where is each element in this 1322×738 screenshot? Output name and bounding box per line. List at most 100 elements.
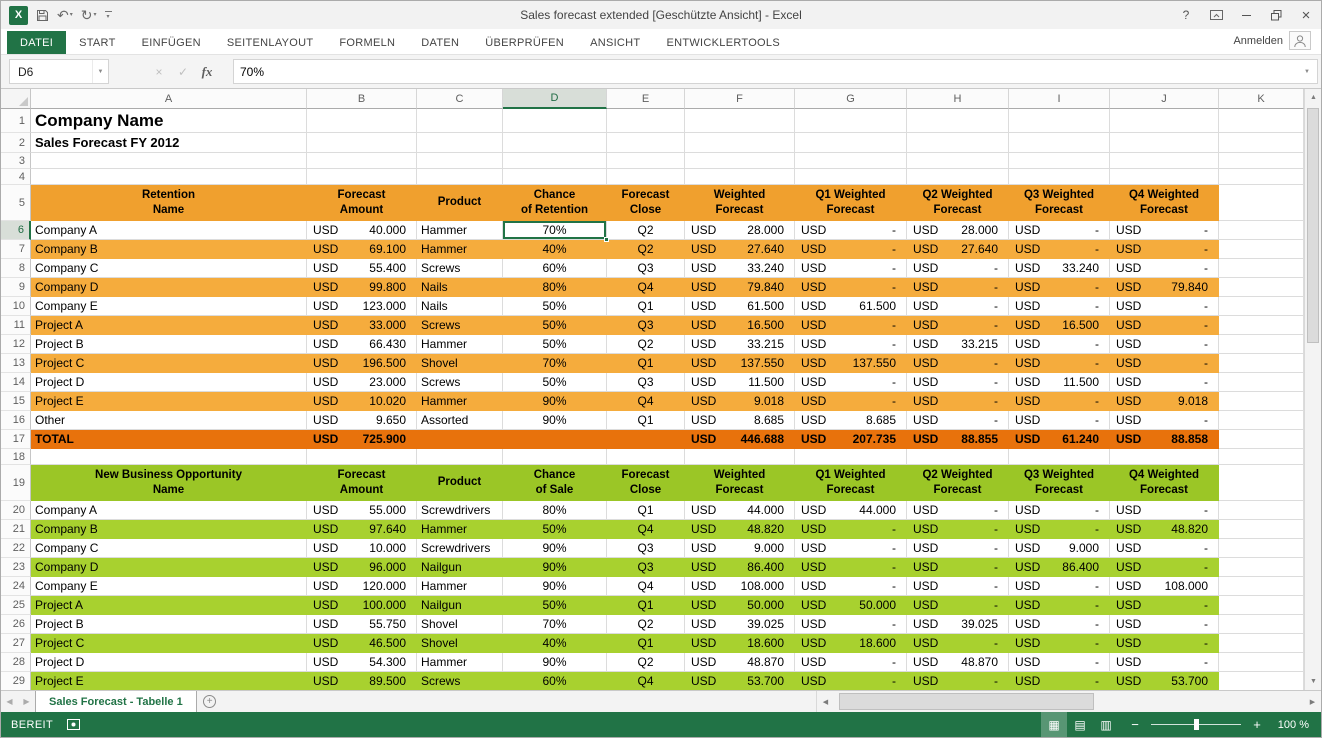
row-header-13[interactable]: 13 xyxy=(1,354,31,373)
cell-B17[interactable]: USD 725.900 xyxy=(307,430,417,449)
column-header-D[interactable]: D xyxy=(503,89,607,109)
cell-C13[interactable]: Shovel xyxy=(417,354,503,373)
cell-D17[interactable] xyxy=(503,430,607,449)
scroll-right-icon[interactable]: ▶ xyxy=(1304,691,1321,712)
cell-E18[interactable] xyxy=(607,449,685,465)
cell-F21[interactable]: USD 48.820 xyxy=(685,520,795,539)
cell-D20[interactable]: 80% xyxy=(503,501,607,520)
close-button[interactable]: × xyxy=(1291,1,1321,29)
cell-E21[interactable]: Q4 xyxy=(607,520,685,539)
cell-G14[interactable]: USD - xyxy=(795,373,907,392)
cell-G6[interactable]: USD - xyxy=(795,221,907,240)
cell-F22[interactable]: USD 9.000 xyxy=(685,539,795,558)
row-header-1[interactable]: 1 xyxy=(1,109,31,133)
cell-E14[interactable]: Q3 xyxy=(607,373,685,392)
cell-A3[interactable] xyxy=(31,153,307,169)
cell-K16[interactable] xyxy=(1219,411,1304,430)
cell-K5[interactable] xyxy=(1219,185,1304,221)
cell-I23[interactable]: USD 86.400 xyxy=(1009,558,1110,577)
cell-D8[interactable]: 60% xyxy=(503,259,607,278)
cell-H25[interactable]: USD - xyxy=(907,596,1009,615)
cell-K6[interactable] xyxy=(1219,221,1304,240)
cell-J12[interactable]: USD - xyxy=(1110,335,1219,354)
cell-B11[interactable]: USD 33.000 xyxy=(307,316,417,335)
sheet-nav-left-icon[interactable]: ◀ xyxy=(1,691,18,712)
cell-H19[interactable]: Q2 Weighted Forecast xyxy=(907,465,1009,501)
cell-D21[interactable]: 50% xyxy=(503,520,607,539)
cell-B18[interactable] xyxy=(307,449,417,465)
cell-H9[interactable]: USD - xyxy=(907,278,1009,297)
cell-F25[interactable]: USD 50.000 xyxy=(685,596,795,615)
cell-K10[interactable] xyxy=(1219,297,1304,316)
cell-H20[interactable]: USD - xyxy=(907,501,1009,520)
cell-G3[interactable] xyxy=(795,153,907,169)
cell-J13[interactable]: USD - xyxy=(1110,354,1219,373)
cell-B22[interactable]: USD 10.000 xyxy=(307,539,417,558)
zoom-slider-thumb[interactable] xyxy=(1194,719,1199,730)
cell-F19[interactable]: Weighted Forecast xyxy=(685,465,795,501)
cell-K14[interactable] xyxy=(1219,373,1304,392)
cell-H7[interactable]: USD 27.640 xyxy=(907,240,1009,259)
cell-E12[interactable]: Q2 xyxy=(607,335,685,354)
cell-K1[interactable] xyxy=(1219,109,1304,133)
cell-D14[interactable]: 50% xyxy=(503,373,607,392)
cell-C19[interactable]: Product xyxy=(417,465,503,501)
cell-H4[interactable] xyxy=(907,169,1009,185)
horizontal-scroll-thumb[interactable] xyxy=(839,693,1094,710)
cell-B2[interactable] xyxy=(307,133,417,153)
cell-G4[interactable] xyxy=(795,169,907,185)
ribbon-tab-entwicklertools[interactable]: ENTWICKLERTOOLS xyxy=(653,31,793,54)
cell-C23[interactable]: Nailgun xyxy=(417,558,503,577)
cell-J1[interactable] xyxy=(1110,109,1219,133)
cell-K29[interactable] xyxy=(1219,672,1304,690)
cell-C14[interactable]: Screws xyxy=(417,373,503,392)
cell-G28[interactable]: USD - xyxy=(795,653,907,672)
cell-A25[interactable]: Project A xyxy=(31,596,307,615)
cell-F17[interactable]: USD 446.688 xyxy=(685,430,795,449)
cell-J9[interactable]: USD 79.840 xyxy=(1110,278,1219,297)
column-header-E[interactable]: E xyxy=(607,89,685,109)
cell-H11[interactable]: USD - xyxy=(907,316,1009,335)
cell-G1[interactable] xyxy=(795,109,907,133)
cell-D18[interactable] xyxy=(503,449,607,465)
expand-formula-bar-icon[interactable]: ▼ xyxy=(1304,69,1317,75)
cell-D13[interactable]: 70% xyxy=(503,354,607,373)
cell-I16[interactable]: USD - xyxy=(1009,411,1110,430)
cell-A1[interactable]: Company Name xyxy=(31,109,307,133)
macro-record-icon[interactable] xyxy=(67,719,81,730)
cell-F12[interactable]: USD 33.215 xyxy=(685,335,795,354)
column-header-F[interactable]: F xyxy=(685,89,795,109)
cell-I26[interactable]: USD - xyxy=(1009,615,1110,634)
new-sheet-button[interactable]: + xyxy=(197,691,223,712)
cell-H23[interactable]: USD - xyxy=(907,558,1009,577)
cell-I28[interactable]: USD - xyxy=(1009,653,1110,672)
cell-G9[interactable]: USD - xyxy=(795,278,907,297)
cell-B9[interactable]: USD 99.800 xyxy=(307,278,417,297)
cell-C10[interactable]: Nails xyxy=(417,297,503,316)
cell-A9[interactable]: Company D xyxy=(31,278,307,297)
cell-A29[interactable]: Project E xyxy=(31,672,307,690)
cell-H10[interactable]: USD - xyxy=(907,297,1009,316)
page-layout-view-button[interactable]: ▤ xyxy=(1067,712,1093,737)
cell-K17[interactable] xyxy=(1219,430,1304,449)
cell-I8[interactable]: USD 33.240 xyxy=(1009,259,1110,278)
column-header-A[interactable]: A xyxy=(31,89,307,109)
row-header-7[interactable]: 7 xyxy=(1,240,31,259)
ribbon-tab-daten[interactable]: DATEN xyxy=(408,31,472,54)
cell-J19[interactable]: Q4 Weighted Forecast xyxy=(1110,465,1219,501)
cell-B23[interactable]: USD 96.000 xyxy=(307,558,417,577)
cell-C20[interactable]: Screwdrivers xyxy=(417,501,503,520)
cell-F14[interactable]: USD 11.500 xyxy=(685,373,795,392)
cell-B5[interactable]: Forecast Amount xyxy=(307,185,417,221)
cell-B13[interactable]: USD 196.500 xyxy=(307,354,417,373)
cell-E25[interactable]: Q1 xyxy=(607,596,685,615)
cell-I13[interactable]: USD - xyxy=(1009,354,1110,373)
cell-I25[interactable]: USD - xyxy=(1009,596,1110,615)
cell-E22[interactable]: Q3 xyxy=(607,539,685,558)
cell-C29[interactable]: Screws xyxy=(417,672,503,690)
select-all-corner[interactable] xyxy=(1,89,31,109)
cell-J18[interactable] xyxy=(1110,449,1219,465)
cell-E20[interactable]: Q1 xyxy=(607,501,685,520)
zoom-level[interactable]: 100 % xyxy=(1273,719,1309,731)
cell-J27[interactable]: USD - xyxy=(1110,634,1219,653)
